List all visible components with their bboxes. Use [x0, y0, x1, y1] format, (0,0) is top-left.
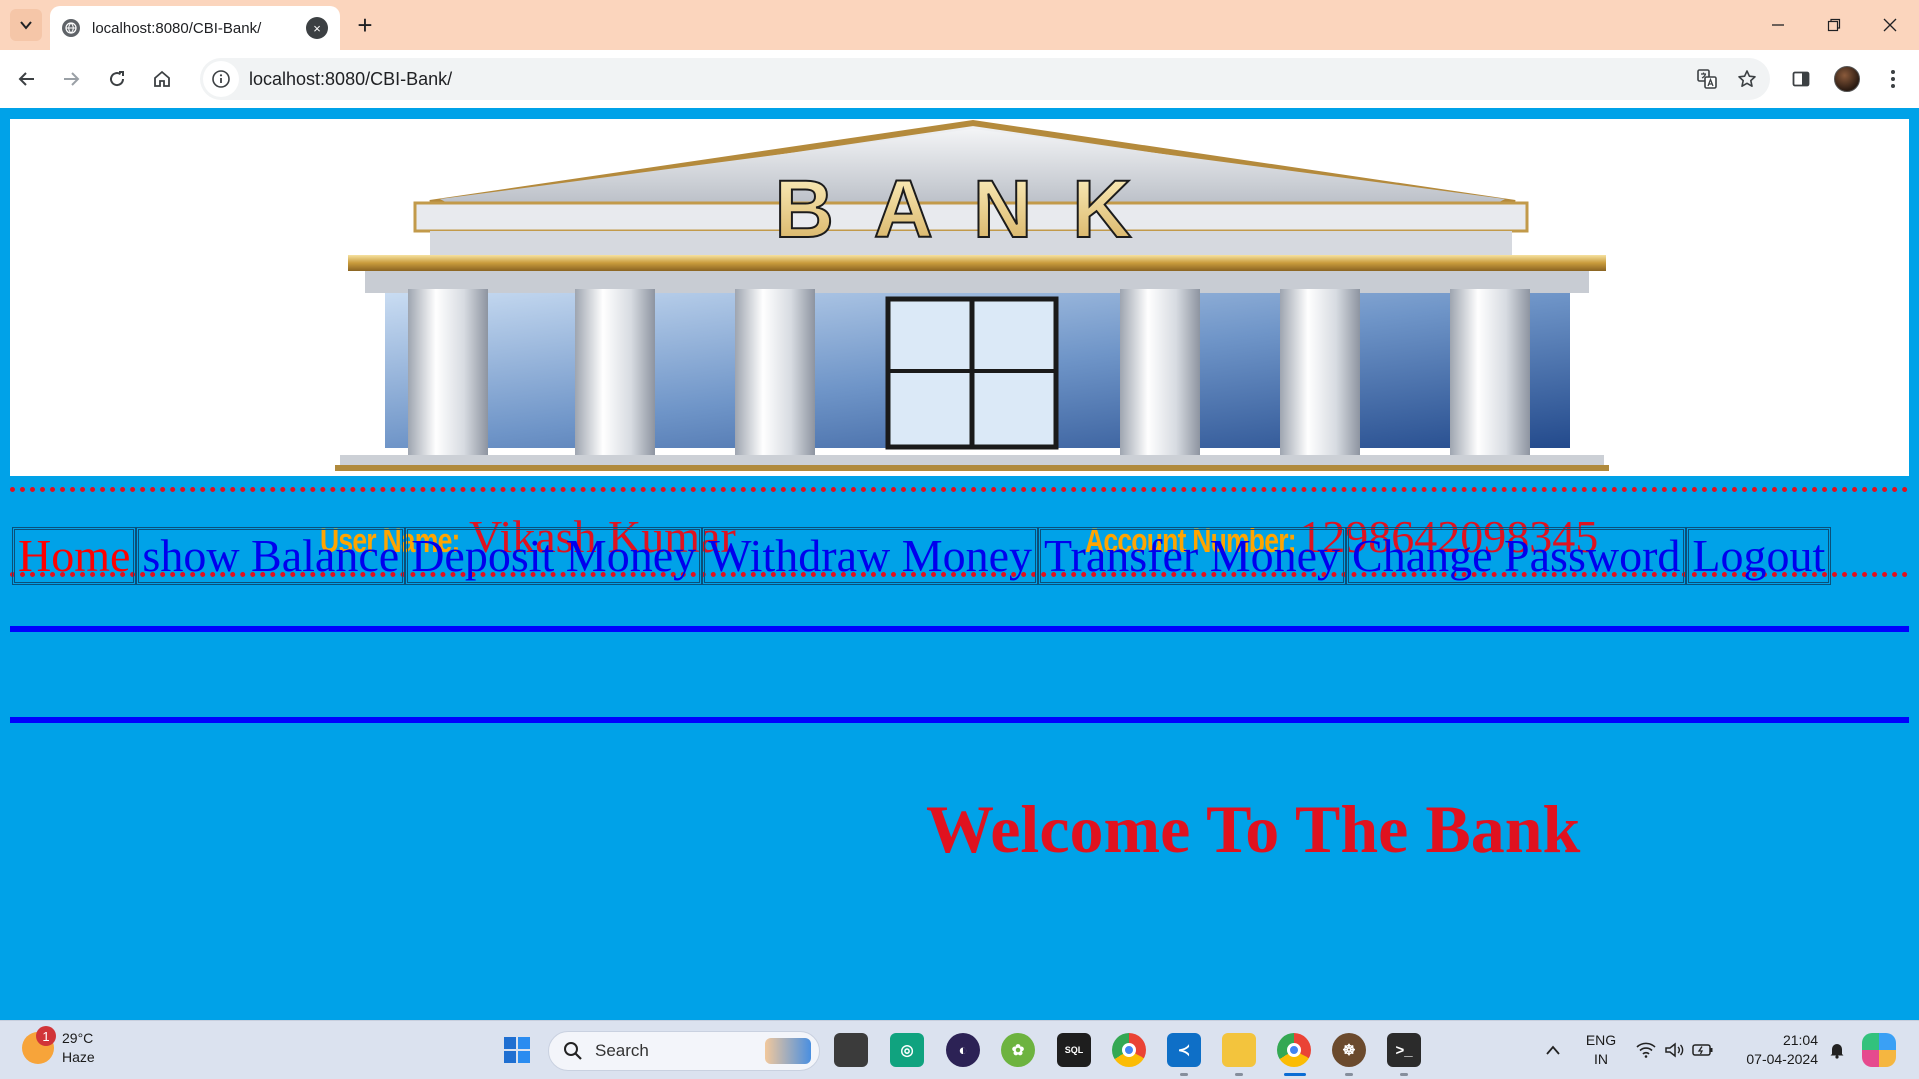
restore-button[interactable] — [1814, 10, 1854, 40]
browser-tab-active[interactable]: localhost:8080/CBI-Bank/ × — [50, 6, 340, 50]
nav-link-withdraw-money[interactable]: Withdraw Money — [702, 527, 1039, 585]
terminal-icon[interactable]: >_ — [1387, 1033, 1421, 1067]
restore-icon — [1827, 18, 1841, 32]
running-indicator — [1180, 1073, 1188, 1076]
copilot-icon[interactable] — [1862, 1033, 1896, 1067]
clock-time: 21:04 — [1782, 1032, 1818, 1048]
start-button[interactable] — [500, 1033, 534, 1067]
nav-link-transfer-money[interactable]: Transfer Money — [1038, 527, 1347, 585]
bookmark-star-icon[interactable] — [1730, 62, 1764, 96]
bank-sign-text: BANK — [775, 164, 1172, 255]
weather-badge: 1 — [36, 1026, 56, 1046]
mysql-terminal-icon[interactable]: SQL — [1057, 1033, 1091, 1067]
vscode-icon[interactable]: ≺ — [1167, 1033, 1201, 1067]
language-line2: IN — [1594, 1051, 1608, 1067]
reload-button[interactable] — [100, 62, 134, 96]
new-tab-button[interactable]: + — [350, 10, 380, 40]
tab-title: localhost:8080/CBI-Bank/ — [92, 19, 262, 37]
taskbar-search[interactable]: Search — [548, 1031, 820, 1071]
search-icon — [564, 1042, 582, 1060]
minimize-button[interactable] — [1758, 10, 1798, 40]
running-indicator — [1400, 1073, 1408, 1076]
active-app-indicator — [1284, 1073, 1306, 1076]
browser-toolbar: localhost:8080/CBI-Bank/ — [0, 50, 1919, 108]
bank-banner-image: BANK — [10, 119, 1909, 476]
system-tray-status[interactable] — [1630, 1033, 1720, 1067]
tab-search-button[interactable] — [10, 9, 42, 41]
language-line1: ENG — [1585, 1032, 1617, 1048]
volume-icon — [1665, 1042, 1684, 1058]
chevron-down-icon — [20, 21, 32, 30]
browser-menu-button[interactable] — [1876, 62, 1910, 96]
weather-widget[interactable]: 1 29°C Haze — [22, 1026, 95, 1067]
kebab-menu-icon — [1891, 70, 1895, 88]
forward-button[interactable] — [54, 62, 88, 96]
home-button[interactable] — [145, 62, 179, 96]
arrow-left-icon — [18, 72, 34, 86]
avatar-icon — [1834, 66, 1860, 92]
search-highlight-icon — [765, 1038, 811, 1064]
windows-taskbar: 1 29°C Haze Search ◎ ◐ ✿ SQL ≺ ☸ >_ ENG … — [0, 1020, 1919, 1079]
spring-icon[interactable]: ✿ — [1001, 1033, 1035, 1067]
bank-page: BANK User Name: Vikash Kumar Account Num… — [0, 108, 1919, 1020]
windows-logo-icon — [504, 1037, 530, 1063]
notification-bell-icon[interactable] — [1820, 1033, 1854, 1067]
back-button[interactable] — [10, 62, 44, 96]
close-tab-icon[interactable]: × — [306, 17, 328, 39]
weather-condition: Haze — [62, 1049, 95, 1065]
chatgpt-icon[interactable]: ◎ — [890, 1033, 924, 1067]
side-panel-icon — [1792, 71, 1810, 87]
profile-avatar[interactable] — [1830, 62, 1864, 96]
nav-link-logout[interactable]: Logout — [1686, 527, 1832, 585]
home-icon — [154, 70, 170, 87]
nav-link-change-password[interactable]: Change Password — [1346, 527, 1687, 585]
eclipse-icon[interactable]: ◐ — [946, 1033, 980, 1067]
side-panel-button[interactable] — [1784, 62, 1818, 96]
site-info-icon[interactable] — [203, 61, 239, 97]
nav-link-deposit-money[interactable]: Deposit Money — [405, 527, 703, 585]
chrome-profile-icon[interactable] — [1277, 1033, 1311, 1067]
reload-icon — [110, 71, 125, 87]
clock-date: 07-04-2024 — [1746, 1051, 1818, 1067]
chrome-icon[interactable] — [1112, 1033, 1146, 1067]
running-indicator — [1345, 1073, 1353, 1076]
url-text[interactable]: localhost:8080/CBI-Bank/ — [249, 69, 1690, 90]
file-explorer-icon[interactable] — [1222, 1033, 1256, 1067]
close-icon — [1883, 18, 1897, 32]
translate-icon[interactable] — [1690, 62, 1724, 96]
wifi-icon — [1636, 1042, 1656, 1058]
arrow-right-icon — [64, 72, 80, 86]
close-window-button[interactable] — [1870, 10, 1910, 40]
show-hidden-icons-chevron-up-icon[interactable] — [1536, 1033, 1570, 1067]
search-label: Search — [595, 1041, 649, 1060]
weather-temp: 29°C — [62, 1030, 94, 1046]
nav-rule-top — [10, 626, 1909, 632]
browser-title-bar: localhost:8080/CBI-Bank/ × + — [0, 0, 1919, 50]
nav-link-show-balance[interactable]: show Balance — [136, 527, 406, 585]
language-indicator[interactable]: ENG IN — [1583, 1031, 1619, 1069]
welcome-heading: Welcome To The Bank — [926, 791, 1581, 867]
battery-icon — [1692, 1044, 1713, 1056]
running-indicator — [1235, 1073, 1243, 1076]
minimize-icon — [1772, 24, 1784, 26]
nav-rule-bottom — [10, 717, 1909, 723]
tomcat-icon[interactable]: ☸ — [1332, 1033, 1366, 1067]
main-nav: Home show Balance Deposit Money Withdraw Mo… — [12, 527, 1832, 585]
clock[interactable]: 21:04 07-04-2024 — [1728, 1031, 1818, 1069]
task-view-icon[interactable] — [834, 1033, 868, 1067]
nav-link-home[interactable]: Home — [12, 527, 137, 585]
weather-haze-icon: 1 — [22, 1026, 56, 1064]
address-bar[interactable]: localhost:8080/CBI-Bank/ — [200, 58, 1770, 100]
globe-icon — [62, 19, 80, 37]
